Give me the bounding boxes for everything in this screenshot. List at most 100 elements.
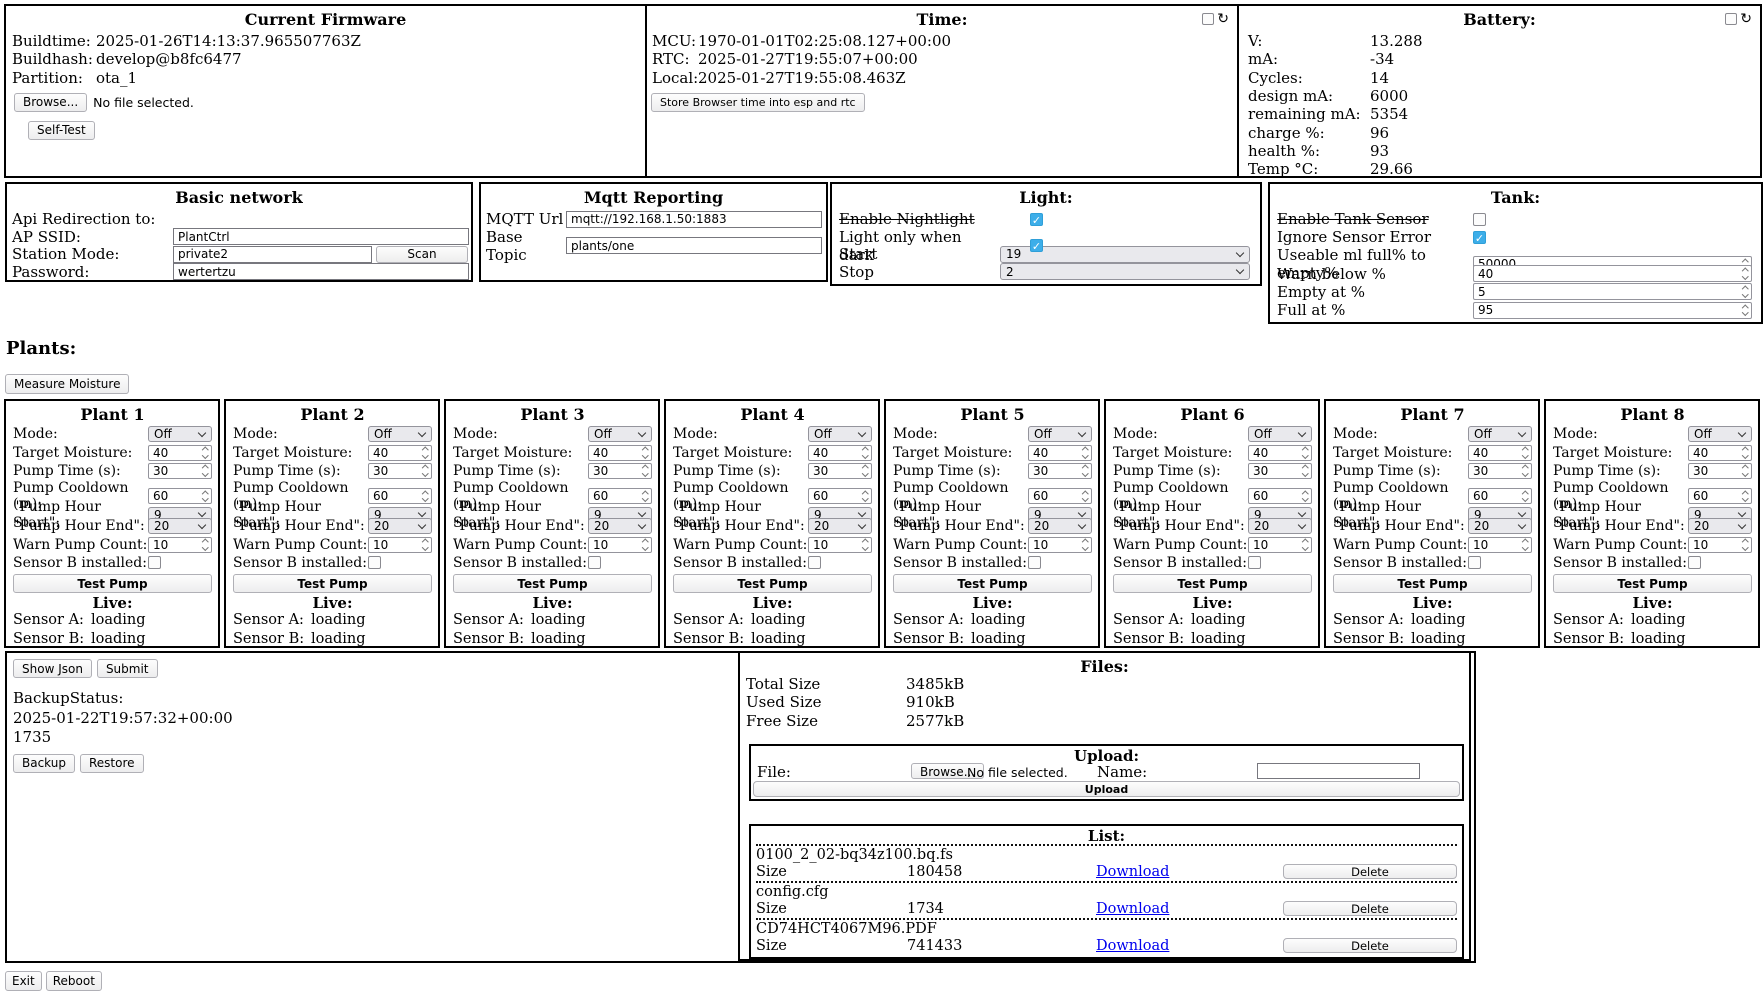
spinner-icon[interactable] — [423, 492, 429, 501]
spinner-icon[interactable] — [1303, 492, 1309, 501]
pump-time-input[interactable]: 30 — [808, 463, 872, 479]
test-pump-button[interactable]: Test Pump — [1333, 574, 1532, 593]
spinner-icon[interactable] — [1523, 466, 1529, 475]
spinner-icon[interactable] — [1743, 269, 1749, 278]
pump-time-input[interactable]: 30 — [1028, 463, 1092, 479]
ignore-sensor-error-checkbox[interactable] — [1473, 231, 1486, 244]
spinner-icon[interactable] — [1523, 540, 1529, 549]
only-dark-checkbox[interactable] — [1030, 239, 1043, 252]
target-moisture-input[interactable]: 40 — [588, 445, 652, 461]
spinner-icon[interactable] — [643, 448, 649, 457]
test-pump-button[interactable]: Test Pump — [1553, 574, 1752, 593]
spinner-icon[interactable] — [1303, 448, 1309, 457]
mqtt-url-input[interactable] — [566, 211, 822, 228]
scan-button[interactable]: Scan — [376, 246, 468, 263]
test-pump-button[interactable]: Test Pump — [673, 574, 872, 593]
base-topic-input[interactable] — [566, 237, 822, 254]
pump-time-input[interactable]: 30 — [148, 463, 212, 479]
mode-select[interactable]: Off — [368, 426, 432, 442]
spinner-icon[interactable] — [1523, 448, 1529, 457]
warn-pump-count-input[interactable]: 10 — [808, 537, 872, 553]
pump-hour-end-select[interactable]: 20 — [148, 518, 212, 534]
self-test-button[interactable]: Self-Test — [28, 121, 95, 140]
time-auto-refresh-checkbox[interactable] — [1202, 13, 1214, 25]
pump-hour-end-select[interactable]: 20 — [1248, 518, 1312, 534]
store-browser-time-button[interactable]: Store Browser time into esp and rtc — [651, 93, 865, 112]
spinner-icon[interactable] — [863, 540, 869, 549]
spinner-icon[interactable] — [1743, 306, 1749, 315]
test-pump-button[interactable]: Test Pump — [233, 574, 432, 593]
spinner-icon[interactable] — [863, 466, 869, 475]
spinner-icon[interactable] — [1743, 540, 1749, 549]
refresh-icon[interactable]: ↻ — [1740, 13, 1752, 25]
battery-auto-refresh-checkbox[interactable] — [1725, 13, 1737, 25]
target-moisture-input[interactable]: 40 — [1468, 445, 1532, 461]
download-link[interactable]: Download — [1096, 864, 1169, 880]
warn-pump-count-input[interactable]: 10 — [1028, 537, 1092, 553]
test-pump-button[interactable]: Test Pump — [13, 574, 212, 593]
test-pump-button[interactable]: Test Pump — [893, 574, 1092, 593]
test-pump-button[interactable]: Test Pump — [1113, 574, 1312, 593]
spinner-icon[interactable] — [643, 492, 649, 501]
spinner-icon[interactable] — [1743, 466, 1749, 475]
pump-hour-end-select[interactable]: 20 — [808, 518, 872, 534]
spinner-icon[interactable] — [1083, 540, 1089, 549]
sensor-b-checkbox[interactable] — [148, 556, 161, 569]
pump-cooldown-input[interactable]: 60 — [148, 488, 212, 504]
sensor-b-checkbox[interactable] — [1248, 556, 1261, 569]
pump-cooldown-input[interactable]: 60 — [368, 488, 432, 504]
pump-time-input[interactable]: 30 — [1248, 463, 1312, 479]
delete-button[interactable]: Delete — [1283, 901, 1457, 916]
pump-hour-end-select[interactable]: 20 — [368, 518, 432, 534]
pump-cooldown-input[interactable]: 60 — [1248, 488, 1312, 504]
submit-button[interactable]: Submit — [97, 659, 158, 678]
spinner-icon[interactable] — [1743, 448, 1749, 457]
spinner-icon[interactable] — [203, 540, 209, 549]
pump-hour-end-select[interactable]: 20 — [588, 518, 652, 534]
station-ssid-input[interactable] — [173, 246, 372, 263]
spinner-icon[interactable] — [1083, 466, 1089, 475]
spinner-icon[interactable] — [1303, 466, 1309, 475]
warn-pump-count-input[interactable]: 10 — [1468, 537, 1532, 553]
spinner-icon[interactable] — [423, 466, 429, 475]
spinner-icon[interactable] — [1523, 492, 1529, 501]
target-moisture-input[interactable]: 40 — [368, 445, 432, 461]
sensor-b-checkbox[interactable] — [1468, 556, 1481, 569]
spinner-icon[interactable] — [423, 540, 429, 549]
mode-select[interactable]: Off — [808, 426, 872, 442]
backup-button[interactable]: Backup — [13, 754, 75, 773]
target-moisture-input[interactable]: 40 — [148, 445, 212, 461]
show-json-button[interactable]: Show Json — [13, 659, 92, 678]
firmware-browse-button[interactable]: Browse... — [14, 93, 87, 112]
warn-below-input[interactable]: 40 — [1473, 265, 1752, 282]
mode-select[interactable]: Off — [1028, 426, 1092, 442]
warn-pump-count-input[interactable]: 10 — [1248, 537, 1312, 553]
light-stop-select[interactable]: 2 — [1000, 263, 1250, 280]
pump-hour-end-select[interactable]: 20 — [1028, 518, 1092, 534]
upload-name-input[interactable] — [1257, 763, 1420, 779]
pump-cooldown-input[interactable]: 60 — [588, 488, 652, 504]
sensor-b-checkbox[interactable] — [1688, 556, 1701, 569]
spinner-icon[interactable] — [203, 448, 209, 457]
spinner-icon[interactable] — [1303, 540, 1309, 549]
warn-pump-count-input[interactable]: 10 — [588, 537, 652, 553]
nightlight-checkbox[interactable] — [1030, 213, 1043, 226]
spinner-icon[interactable] — [1083, 492, 1089, 501]
warn-pump-count-input[interactable]: 10 — [1688, 537, 1752, 553]
spinner-icon[interactable] — [863, 492, 869, 501]
password-input[interactable] — [173, 263, 469, 280]
upload-button[interactable]: Upload — [753, 781, 1460, 797]
sensor-b-checkbox[interactable] — [1028, 556, 1041, 569]
reboot-button[interactable]: Reboot — [46, 971, 102, 991]
pump-cooldown-input[interactable]: 60 — [808, 488, 872, 504]
download-link[interactable]: Download — [1096, 901, 1169, 917]
pump-cooldown-input[interactable]: 60 — [1028, 488, 1092, 504]
delete-button[interactable]: Delete — [1283, 938, 1457, 953]
spinner-icon[interactable] — [643, 466, 649, 475]
ap-ssid-input[interactable] — [173, 228, 469, 245]
sensor-b-checkbox[interactable] — [588, 556, 601, 569]
target-moisture-input[interactable]: 40 — [1028, 445, 1092, 461]
target-moisture-input[interactable]: 40 — [1688, 445, 1752, 461]
spinner-icon[interactable] — [203, 466, 209, 475]
exit-button[interactable]: Exit — [5, 971, 42, 991]
